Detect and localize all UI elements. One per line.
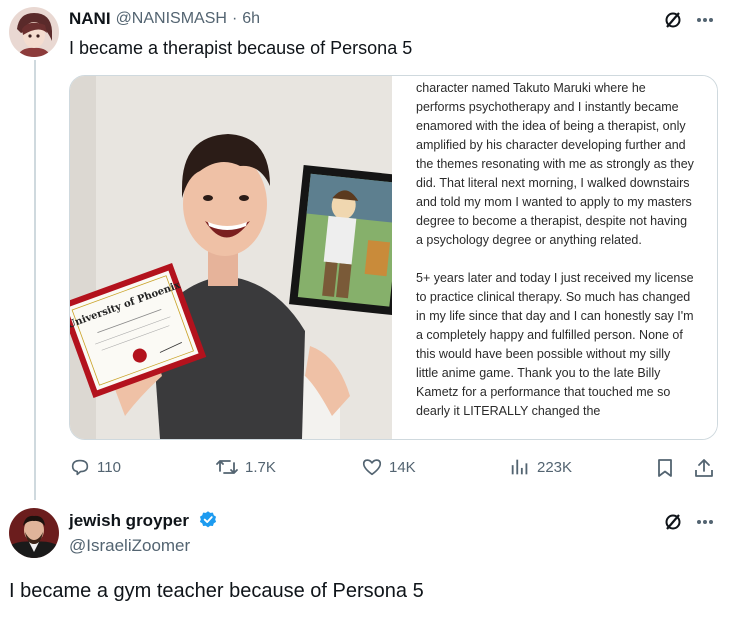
repost-icon [215, 456, 239, 478]
avatar[interactable] [9, 508, 59, 558]
reply-count: 110 [97, 458, 121, 476]
media-text-panel: character named Takuto Maruki where he p… [392, 76, 717, 439]
bookmark-icon[interactable] [655, 457, 675, 479]
handle[interactable]: @IsraeliZoomer [69, 536, 190, 556]
tweet-text: I became a therapist because of Persona … [69, 38, 413, 58]
grok-icon[interactable] [662, 511, 684, 533]
verified-badge-icon [198, 510, 218, 530]
timestamp[interactable]: 6h [242, 10, 260, 28]
grok-icon[interactable] [662, 9, 684, 31]
thread-line [34, 60, 36, 500]
avatar[interactable] [9, 7, 59, 57]
display-name[interactable]: NANI [69, 9, 111, 29]
media-paragraph: 5+ years later and today I just received… [416, 271, 694, 418]
media-paragraph: character named Takuto Maruki where he p… [416, 81, 694, 247]
tweet-photo[interactable]: University of Phoenix [70, 76, 412, 439]
reply-icon [69, 456, 91, 478]
repost-count: 1.7K [245, 458, 276, 476]
repost-button[interactable]: 1.7K [215, 456, 276, 478]
display-name[interactable]: jewish groyper [69, 510, 218, 531]
action-bar: 110 1.7K 14K 223K [69, 456, 716, 480]
like-button[interactable]: 14K [361, 456, 416, 478]
heart-icon [361, 456, 383, 478]
views-icon [509, 456, 531, 478]
views-count: 223K [537, 458, 573, 476]
views-button[interactable]: 223K [509, 456, 572, 478]
tweet-text: I became a gym teacher because of Person… [9, 580, 424, 602]
tweet-media[interactable]: University of Phoenix character named Ta… [69, 75, 718, 440]
more-icon[interactable] [694, 511, 716, 533]
handle[interactable]: @NANISMASH [116, 10, 227, 28]
reply-button[interactable]: 110 [69, 456, 121, 478]
like-count: 14K [389, 458, 416, 476]
share-icon[interactable] [693, 457, 715, 479]
separator-dot: · [231, 10, 238, 27]
more-icon[interactable] [694, 9, 716, 31]
